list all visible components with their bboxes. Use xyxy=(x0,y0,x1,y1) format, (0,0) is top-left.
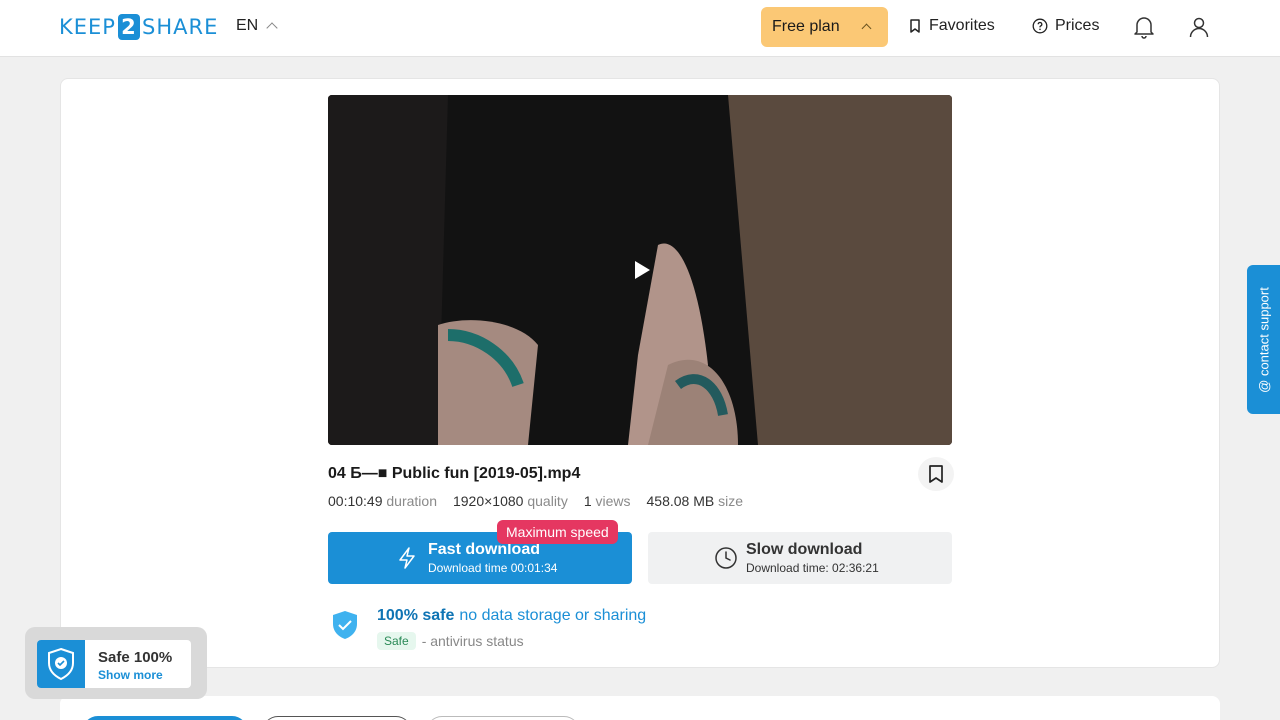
safety-bold: 100% safe xyxy=(377,607,455,624)
size-label: size xyxy=(718,493,744,509)
nav-prices[interactable]: Prices xyxy=(1032,17,1099,35)
safe-tag: Safe xyxy=(377,632,416,650)
fast-download-time: Download time 00:01:34 xyxy=(428,561,558,575)
slow-download-title: Slow download xyxy=(746,541,863,558)
slow-download-button[interactable]: Slow download Download time: 02:36:21 xyxy=(648,532,952,584)
language-selector[interactable]: EN xyxy=(236,17,278,35)
antivirus-status: Safe - antivirus status xyxy=(377,632,524,650)
safe-widget-link[interactable]: Show more xyxy=(98,668,163,682)
user-icon xyxy=(1189,17,1209,38)
duration-value: 00:10:49 xyxy=(328,493,383,509)
file-title: 04 Б—■ Public fun [2019-05].mp4 xyxy=(328,465,581,482)
quality-label: quality xyxy=(527,493,568,509)
clock-icon xyxy=(715,547,737,569)
safe-widget-body: Safe 100% Show more xyxy=(37,640,191,688)
size-value: 458.08 MB xyxy=(646,493,715,509)
account-button[interactable] xyxy=(1187,14,1211,40)
meta-duration: 00:10:49 duration xyxy=(328,493,437,509)
views-label: views xyxy=(595,493,631,509)
help-circle-icon xyxy=(1032,18,1048,34)
bookmark-icon xyxy=(929,465,943,483)
bookmark-icon xyxy=(910,19,920,33)
play-icon xyxy=(635,261,650,279)
logo-text-left: KEEP xyxy=(59,15,116,39)
logo-badge: 2 xyxy=(117,14,140,40)
file-meta: 00:10:49 duration 1920×1080 quality 1 vi… xyxy=(328,493,743,509)
chevron-up-icon xyxy=(266,22,278,34)
plan-button[interactable]: Free plan xyxy=(761,7,888,47)
slow-download-time: Download time: 02:36:21 xyxy=(746,561,879,575)
safe-widget-title: Safe 100% xyxy=(98,649,173,666)
contact-support-button[interactable]: @ contact support xyxy=(1247,265,1280,414)
chevron-up-icon xyxy=(861,23,872,34)
plan-label: Free plan xyxy=(772,18,840,35)
lightning-icon xyxy=(399,547,415,569)
logo-text-right: SHARE xyxy=(141,15,219,39)
meta-size: 458.08 MB size xyxy=(647,493,744,509)
add-favorite-button[interactable] xyxy=(918,457,954,491)
tab-3[interactable] xyxy=(426,716,580,720)
notifications-button[interactable] xyxy=(1132,14,1156,40)
nav-favorites[interactable]: Favorites xyxy=(908,17,995,35)
bell-icon xyxy=(1134,17,1154,39)
top-header: KEEP 2 SHARE EN Free plan Favorites Pric… xyxy=(0,0,1280,57)
tab-2[interactable] xyxy=(262,716,412,720)
tab-1[interactable] xyxy=(82,716,248,720)
shield-check-icon xyxy=(48,647,74,681)
safe-widget-shield xyxy=(37,640,85,688)
contact-support-label: @ contact support xyxy=(1256,286,1271,393)
safe-widget[interactable]: Safe 100% Show more xyxy=(25,627,207,699)
logo[interactable]: KEEP 2 SHARE xyxy=(59,14,218,40)
prices-label: Prices xyxy=(1055,17,1100,34)
quality-value: 1920×1080 xyxy=(452,493,524,509)
safety-line: 100% safe no data storage or sharing xyxy=(377,607,646,625)
video-preview[interactable] xyxy=(328,95,952,445)
safety-text: no data storage or sharing xyxy=(459,607,647,624)
favorites-label: Favorites xyxy=(929,17,995,34)
views-value: 1 xyxy=(583,493,592,509)
duration-label: duration xyxy=(386,493,437,509)
meta-views: 1 views xyxy=(584,493,631,509)
meta-quality: 1920×1080 quality xyxy=(453,493,568,509)
language-label: EN xyxy=(236,17,259,34)
max-speed-badge: Maximum speed xyxy=(497,520,618,544)
antivirus-status-text: - antivirus status xyxy=(421,633,524,649)
shield-check-icon xyxy=(333,611,357,639)
